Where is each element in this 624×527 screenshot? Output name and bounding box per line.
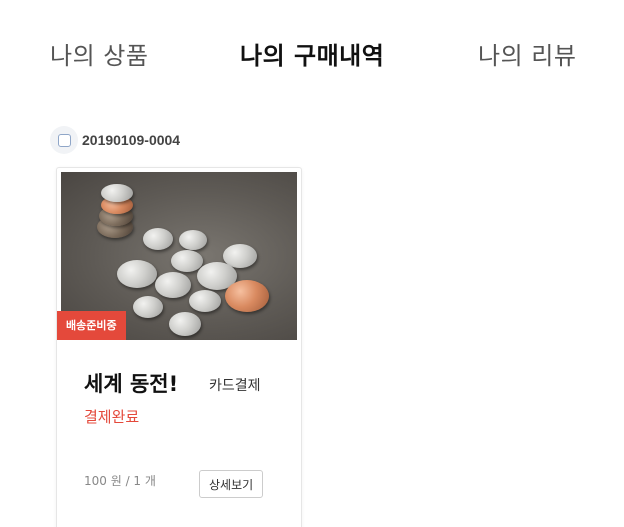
order-checkbox[interactable] <box>50 126 78 154</box>
page: 나의 상품 나의 구매내역 나의 리뷰 20190109-0004 배송준비중 … <box>0 0 624 527</box>
coin <box>155 272 191 298</box>
coin <box>225 280 269 312</box>
order-id: 20190109-0004 <box>82 132 181 148</box>
order-header: 20190109-0004 <box>50 126 180 154</box>
payment-status: 결제완료 <box>84 408 140 426</box>
coin <box>133 296 163 318</box>
view-details-button[interactable]: 상세보기 <box>199 470 264 498</box>
coin <box>143 228 173 250</box>
tab-my-purchases[interactable]: 나의 구매내역 <box>240 40 384 72</box>
payment-method: 카드결제 <box>209 378 261 394</box>
coin <box>117 260 157 288</box>
tab-bar: 나의 상품 나의 구매내역 나의 리뷰 <box>0 0 624 110</box>
checkbox-icon <box>57 133 71 147</box>
price-quantity: 100 원 / 1 개 <box>84 474 156 488</box>
coin <box>169 312 201 336</box>
tab-my-products[interactable]: 나의 상품 <box>50 40 148 72</box>
order-card: 배송준비중 세계 동전! 카드결제 결제완료 100 원 / 1 개 상세보기 <box>56 167 302 527</box>
coin <box>179 230 207 250</box>
status-badge: 배송준비중 <box>57 311 126 340</box>
product-name[interactable]: 세계 동전! <box>84 368 178 398</box>
coin-stack-top <box>101 184 133 202</box>
tab-my-reviews[interactable]: 나의 리뷰 <box>478 40 576 72</box>
coin <box>189 290 221 312</box>
